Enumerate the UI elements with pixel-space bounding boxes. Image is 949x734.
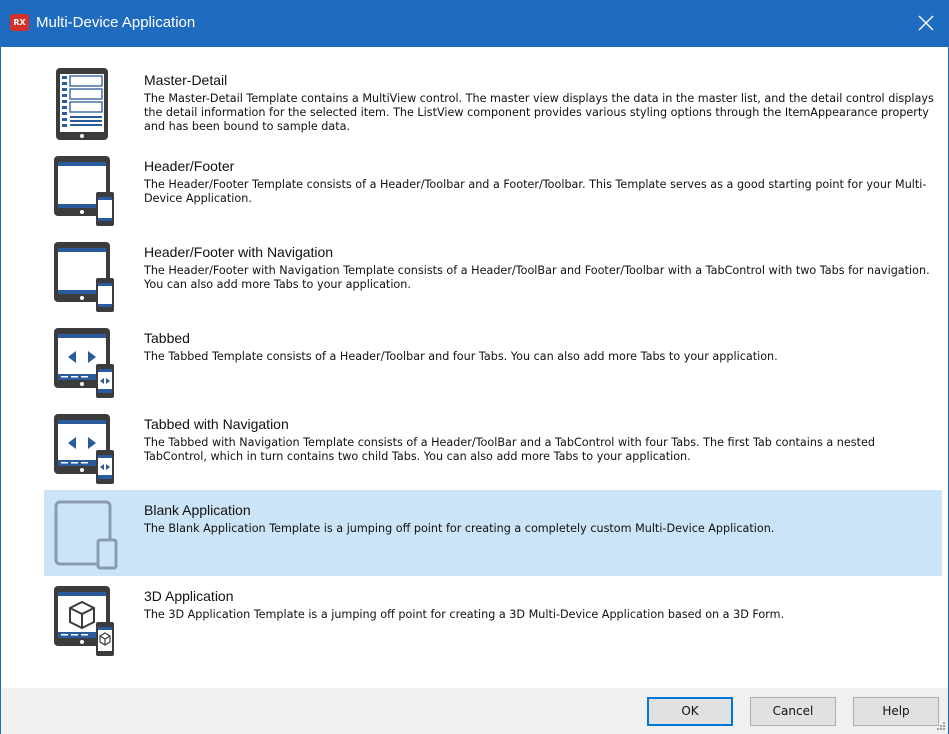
template-description: The Header/Footer Template consists of a… [144, 178, 927, 205]
master-detail-icon [56, 68, 108, 140]
header-footer-navigation-icon [54, 242, 114, 312]
resize-grip-icon[interactable] [936, 721, 946, 731]
template-description: The Blank Application Template is a jump… [144, 522, 775, 535]
template-list[interactable]: Master-Detail The Master-Detail Template… [44, 60, 942, 662]
template-name: Header/Footer [144, 158, 235, 174]
template-description: The 3D Application Template is a jumping… [144, 608, 785, 621]
header-footer-icon [54, 156, 114, 226]
template-description: The Master-Detail Template contains a Mu… [144, 92, 934, 133]
ok-button[interactable]: OK [647, 697, 733, 726]
template-description: The Tabbed with Navigation Template cons… [144, 436, 875, 463]
template-name: 3D Application [144, 588, 234, 604]
template-item-tabbed-navigation[interactable]: Tabbed with Navigation The Tabbed with N… [44, 404, 942, 490]
template-description: The Tabbed Template consists of a Header… [144, 350, 778, 363]
template-item-header-footer[interactable]: Header/Footer The Header/Footer Template… [44, 146, 942, 232]
close-icon [918, 15, 934, 31]
title-bar: RX Multi-Device Application [0, 0, 949, 47]
tabbed-icon [54, 328, 114, 398]
template-item-header-footer-navigation[interactable]: Header/Footer with Navigation The Header… [44, 232, 942, 318]
template-name: Header/Footer with Navigation [144, 244, 334, 260]
template-name: Tabbed with Navigation [144, 416, 289, 432]
template-name: Master-Detail [144, 72, 228, 88]
help-button[interactable]: Help [853, 697, 939, 726]
template-item-master-detail[interactable]: Master-Detail The Master-Detail Template… [44, 60, 942, 146]
template-name: Tabbed [144, 330, 190, 346]
window-title: Multi-Device Application [36, 14, 196, 31]
template-name: Blank Application [144, 502, 251, 518]
cancel-button[interactable]: Cancel [750, 697, 836, 726]
3d-application-icon [54, 586, 114, 656]
template-item-3d-application[interactable]: 3D Application The 3D Application Templa… [44, 576, 942, 662]
window-border-left [0, 47, 1, 734]
blank-application-icon [54, 500, 118, 570]
app-logo-icon: RX [10, 14, 29, 31]
template-item-blank-application[interactable]: Blank Application The Blank Application … [44, 490, 942, 576]
template-item-tabbed[interactable]: Tabbed The Tabbed Template consists of a… [44, 318, 942, 404]
tabbed-navigation-icon [54, 414, 114, 484]
template-description: The Header/Footer with Navigation Templa… [144, 264, 930, 291]
close-button[interactable] [903, 0, 949, 47]
